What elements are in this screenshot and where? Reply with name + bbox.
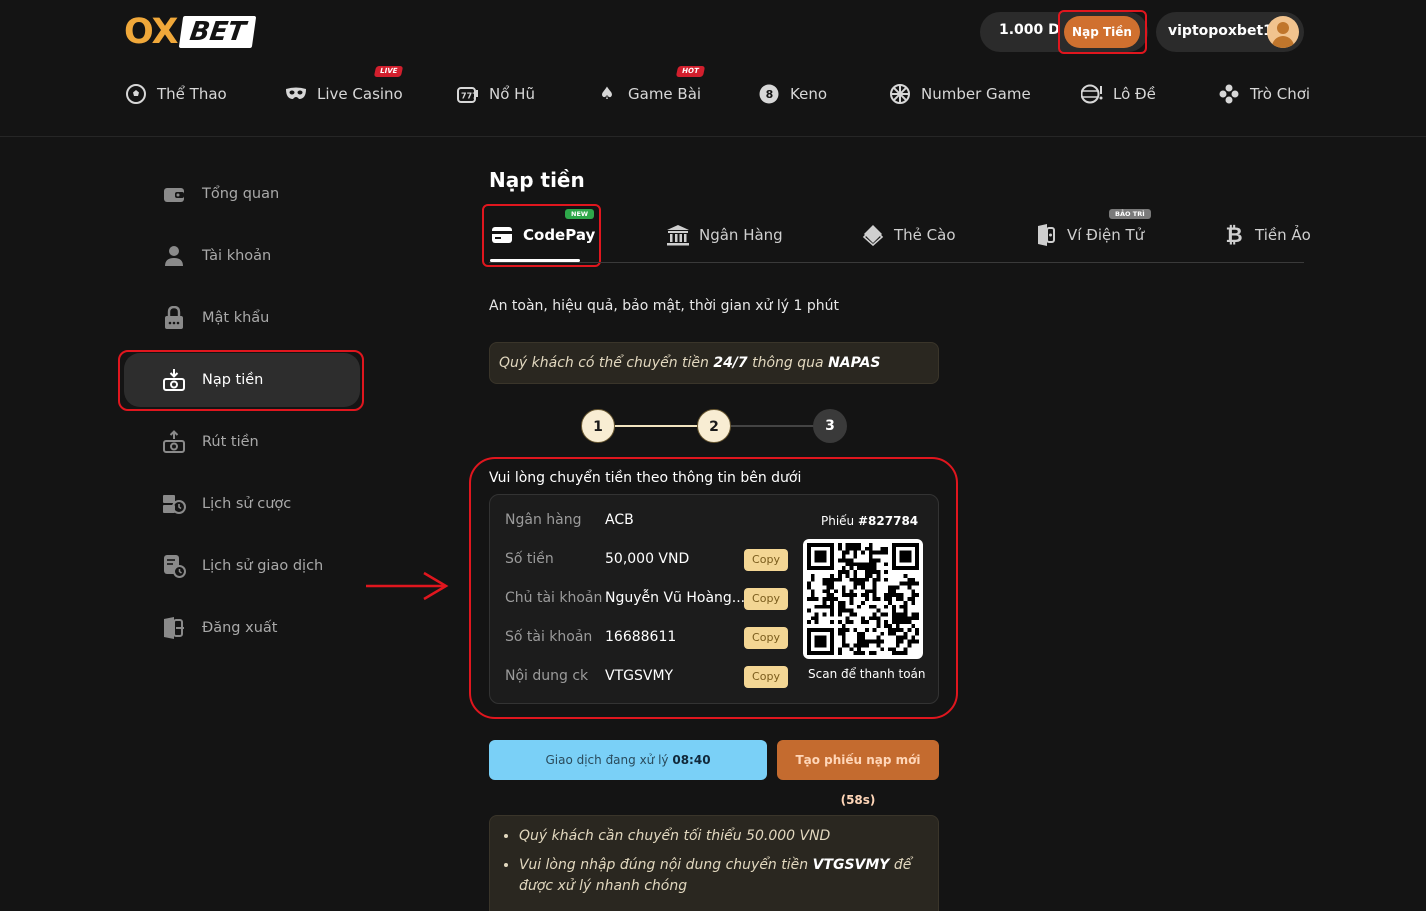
bank-icon	[666, 223, 690, 247]
transaction-status-button[interactable]: Giao dịch đang xử lý 08:40	[489, 740, 767, 780]
lottery-icon	[1081, 83, 1103, 105]
sidebar-item-label: Rút tiền	[202, 434, 259, 450]
live-badge: LIVE	[373, 66, 404, 77]
highlight-payment-info	[469, 457, 958, 719]
sidebar-item-dang-xuat[interactable]: Đăng xuất	[124, 601, 360, 655]
deposit-subtitle: An toàn, hiệu quả, bảo mật, thời gian xử…	[489, 298, 839, 314]
nav-label: Trò Chơi	[1250, 85, 1311, 103]
slot-machine-icon: 777	[457, 83, 479, 105]
scratch-card-icon	[861, 223, 885, 247]
username: viptopoxbet1	[1168, 23, 1273, 39]
tab-the-cao[interactable]: Thẻ Cào	[861, 222, 956, 248]
maintenance-badge: BẢO TRÌ	[1109, 209, 1151, 219]
avatar[interactable]	[1267, 16, 1299, 48]
e-wallet-icon	[1034, 223, 1058, 247]
sidebar-item-label: Đăng xuất	[202, 620, 278, 636]
nav-label: Number Game	[921, 85, 1031, 103]
bitcoin-icon: ₿	[1225, 222, 1243, 247]
sidebar-item-mat-khau[interactable]: Mật khẩu	[124, 291, 360, 345]
nav-item-game-bai[interactable]: ♠ Game Bài	[596, 80, 701, 108]
sidebar-item-label: Lịch sử giao dịch	[202, 558, 324, 574]
step-2: 2	[697, 409, 731, 443]
tab-label: Ngân Hàng	[699, 226, 783, 244]
tab-label: Tiền Ảo	[1255, 226, 1311, 244]
balance-amount: 1.000 D	[999, 22, 1060, 38]
nav-item-lo-de[interactable]: Lô Đề	[1081, 80, 1156, 108]
wheel-icon	[889, 83, 911, 105]
logout-icon	[162, 616, 186, 640]
logo-part-ox: OX	[124, 12, 178, 52]
nav-item-the-thao[interactable]: Thể Thao	[125, 80, 227, 108]
nav-label: Game Bài	[628, 85, 702, 103]
note-item: Quý khách cần chuyển tối thiểu 50.000 VN…	[519, 826, 928, 847]
tab-label: Ví Điện Tử	[1067, 226, 1145, 244]
tab-vi-dien-tu[interactable]: Ví Điện Tử	[1034, 222, 1144, 248]
sidebar-item-label: Tổng quan	[202, 186, 280, 202]
nav-label: Live Casino	[317, 85, 403, 103]
wallet-icon	[162, 182, 186, 206]
sidebar-item-rut-tien[interactable]: Rút tiền	[124, 415, 360, 469]
tab-tien-ao[interactable]: ₿ Tiền Ảo	[1222, 222, 1311, 248]
deposit-notes: Quý khách cần chuyển tối thiểu 50.000 VN…	[489, 815, 939, 911]
step-1: 1	[581, 409, 615, 443]
oxbet-logo[interactable]: OX BET	[124, 12, 257, 52]
top-header: OX BET 1.000 D Nạp Tiền viptopoxbet1 Thể…	[0, 0, 1426, 137]
withdraw-icon	[162, 430, 186, 454]
napas-notice: Quý khách có thể chuyển tiền 24/7 thông …	[489, 342, 939, 384]
pointer-arrow-icon	[366, 571, 449, 601]
page-title: Nạp tiền	[489, 168, 585, 192]
lock-icon	[162, 306, 186, 330]
nav-item-live-casino[interactable]: Live Casino	[285, 80, 403, 108]
nav-label: Nổ Hũ	[489, 85, 535, 103]
transaction-history-icon	[162, 554, 186, 578]
sidebar-item-label: Lịch sử cược	[202, 496, 292, 512]
highlight-codepay-tab	[482, 204, 601, 267]
nav-label: Lô Đề	[1113, 85, 1156, 103]
hot-badge: HOT	[675, 66, 705, 77]
user-icon	[162, 244, 186, 268]
sidebar-item-lich-su-cuoc[interactable]: Lịch sử cược	[124, 477, 360, 531]
sidebar-item-label: Tài khoản	[202, 248, 272, 264]
sidebar-item-label: Mật khẩu	[202, 310, 270, 326]
tab-label: Thẻ Cào	[894, 226, 956, 244]
user-menu[interactable]: viptopoxbet1	[1156, 12, 1304, 52]
sidebar-item-tai-khoan[interactable]: Tài khoản	[124, 229, 360, 283]
gamepad-icon	[1218, 83, 1240, 105]
highlight-sidebar-active	[118, 350, 364, 411]
spade-icon: ♠	[599, 84, 615, 104]
mask-icon	[285, 83, 307, 105]
create-new-ticket-button[interactable]: Tạo phiếu nạp mới (58s)	[777, 740, 939, 807]
tabs-divider	[489, 262, 1304, 263]
soccer-ball-icon	[125, 83, 147, 105]
nav-item-number-game[interactable]: Number Game	[889, 80, 1031, 108]
sidebar-item-lich-su-giao-dich[interactable]: Lịch sử giao dịch	[124, 539, 360, 593]
nav-item-keno[interactable]: 8 Keno	[758, 80, 827, 108]
nav-item-tro-choi[interactable]: Trò Chơi	[1218, 80, 1310, 108]
bet-history-icon	[162, 492, 186, 516]
svg-text:8: 8	[766, 88, 774, 101]
highlight-deposit-button	[1058, 10, 1147, 54]
eight-ball-icon: 8	[758, 83, 780, 105]
logo-part-bet: BET	[178, 16, 257, 48]
note-item: Vui lòng nhập đúng nội dung chuyển tiền …	[519, 855, 928, 897]
nav-label: Thể Thao	[157, 85, 227, 103]
tab-ngan-hang[interactable]: Ngân Hàng	[666, 222, 783, 248]
nav-item-no-hu[interactable]: 777 Nổ Hũ	[457, 80, 535, 108]
step-3: 3	[813, 409, 847, 443]
svg-text:777: 777	[461, 92, 478, 101]
nav-label: Keno	[790, 85, 828, 103]
sidebar-item-tong-quan[interactable]: Tổng quan	[124, 167, 360, 221]
